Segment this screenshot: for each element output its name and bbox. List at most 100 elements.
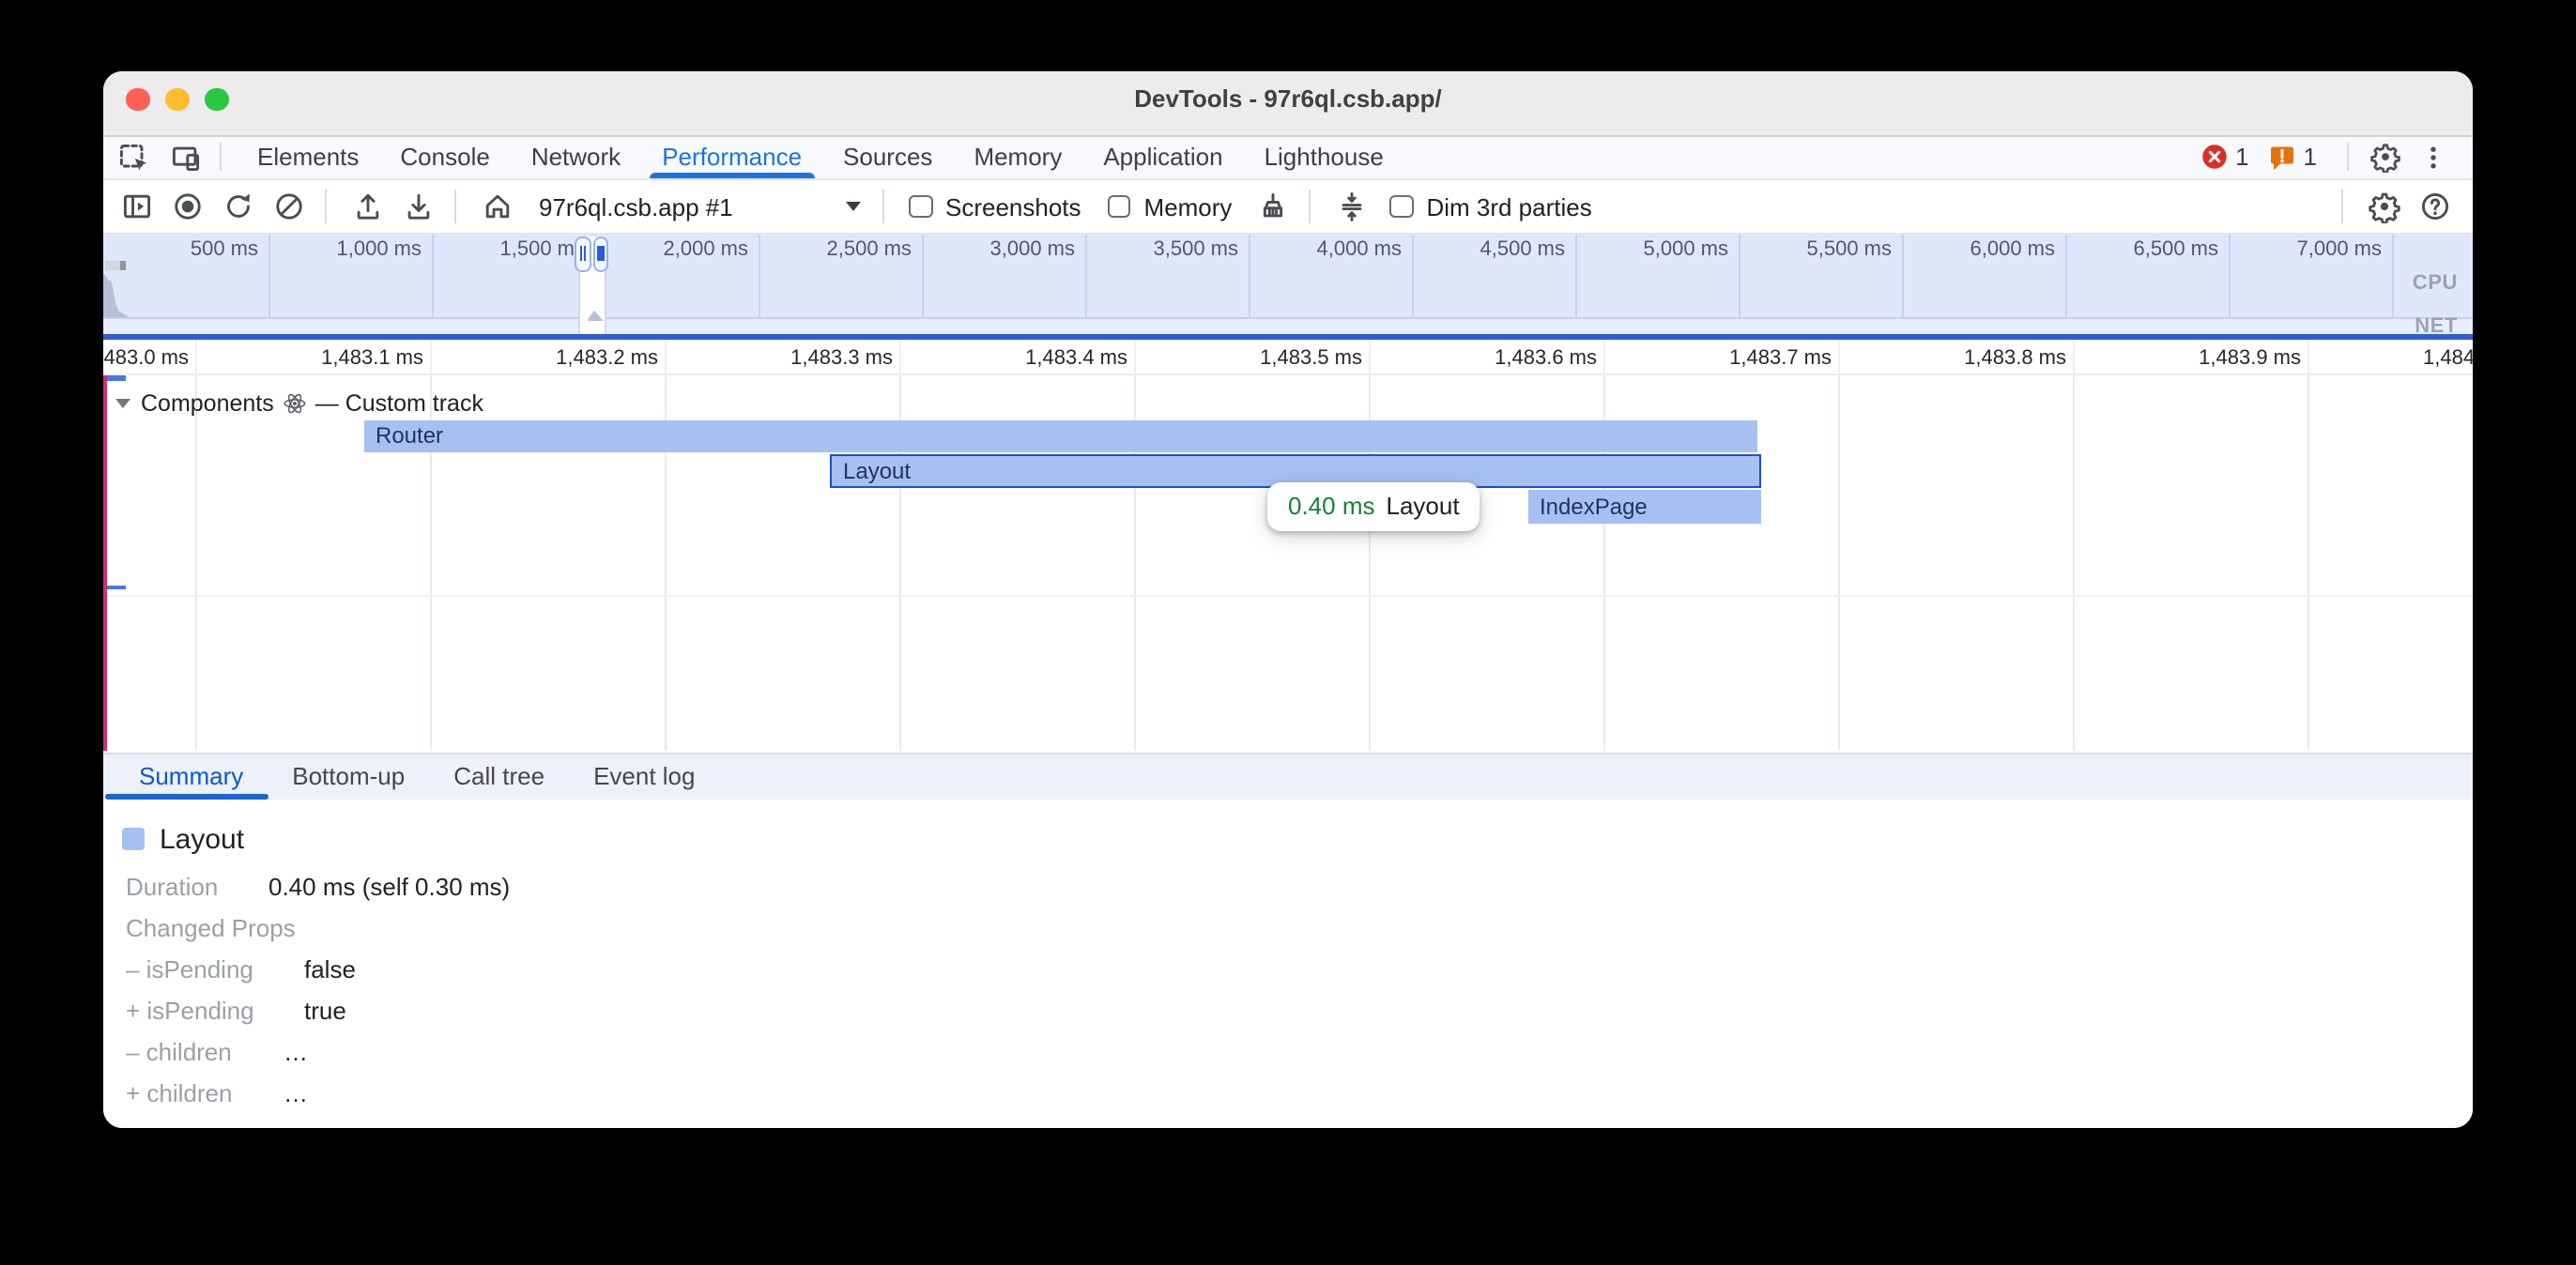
devtools-tab[interactable]: Sources [822,136,953,178]
selection-left-handle[interactable] [575,236,590,271]
issue-count: 1 [2304,144,2317,172]
details-tab[interactable]: Call tree [429,754,569,800]
ruler-tick-label: 1,484 [2423,346,2473,369]
divider [2341,190,2343,223]
record-button[interactable] [165,184,210,229]
details-tabbar: Summary Bottom-up Call tree Event log [103,752,2473,800]
compress-icon [1335,190,1369,223]
devtools-tabbar: Elements Console Network Perform [103,136,2473,180]
event-color-swatch [122,828,145,850]
devtools-tab[interactable]: Memory [953,136,1082,178]
inspect-element-button[interactable] [111,137,156,178]
titlebar[interactable]: DevTools - 97r6ql.csb.app/ [103,70,2473,136]
prop-value: … [284,1074,308,1115]
duration-label: Duration [126,873,218,901]
devtools-tab[interactable]: Console [379,136,510,178]
flame-bar[interactable]: IndexPage [1528,490,1761,523]
overview-selection-window[interactable] [575,236,608,334]
overview-tick-label: 2,500 ms [776,238,912,261]
feedback-help-button[interactable] [2413,184,2458,229]
overview-tick-label: 500 ms [123,238,258,261]
overview-tick-label: 3,000 ms [940,238,1075,261]
devtools-tab[interactable]: Network [511,136,641,178]
download-icon [402,190,436,223]
summary-title: Layout [160,823,244,855]
window-title: DevTools - 97r6ql.csb.app/ [103,84,2473,112]
devtools-tab[interactable]: Application [1082,136,1243,178]
timeline-ruler[interactable]: 1,483.0 ms1,483.1 ms1,483.2 ms1,483.3 ms… [103,339,2473,375]
active-details-tab-underline [105,793,268,800]
home-button[interactable] [475,184,520,229]
overview-gridline [268,235,269,317]
prop-name: + isPending [126,997,254,1025]
prop-value: true [304,991,346,1032]
tooltip-duration: 0.40 ms [1288,493,1375,521]
details-tab[interactable]: Event log [569,754,719,800]
net-band-label: NET [2415,314,2458,334]
prop-name: – isPending [126,955,253,983]
divider [1309,190,1311,223]
toolbar-right [2328,184,2461,229]
screenshots-checkbox[interactable]: Screenshots [909,192,1081,221]
settings-button[interactable] [2360,137,2409,178]
divider [220,144,222,172]
checkbox [1108,195,1131,219]
overview-gridline [1574,235,1576,317]
ruler-tick-label: 1,483.2 ms [523,346,658,369]
ruler-gridline [1368,339,1370,373]
load-profile-button[interactable] [345,184,391,229]
memory-checkbox[interactable]: Memory [1108,192,1233,221]
dim-3rd-parties-checkbox[interactable]: Dim 3rd parties [1389,192,1591,221]
more-options-button[interactable] [2409,137,2458,178]
flame-chart[interactable]: Components — Custom track Router L [103,375,2473,751]
gc-brush-icon [1256,190,1290,223]
help-icon [2418,190,2452,223]
overview-gridline [2228,235,2230,317]
details-tab[interactable]: Summary [115,754,268,800]
console-errors-badge[interactable]: 1 [2200,144,2248,172]
active-tab-underline [649,172,815,178]
devtools-tab[interactable]: Lighthouse [1244,136,1404,178]
details-tabs: Summary Bottom-up Call tree Event log [115,754,719,800]
upload-icon [351,190,385,223]
record-icon [171,190,205,223]
caret-down-icon [845,201,862,212]
prop-value: … [284,1032,308,1074]
device-toolbar-button[interactable] [163,137,208,178]
devtools-tab[interactable]: Elements [237,136,379,178]
save-profile-button[interactable] [396,184,441,229]
atom-icon [284,392,306,415]
devtools-tab[interactable]: Performance [641,136,822,178]
performance-toolbar: 97r6ql.csb.app #1 Screenshots Memory [103,180,2473,235]
clear-button[interactable] [267,184,312,229]
memory-label: Memory [1144,192,1233,221]
error-count: 1 [2235,144,2248,172]
toggle-sidebar-button[interactable] [115,184,160,229]
shortcuts-dialog-button[interactable] [1329,184,1374,229]
selection-right-handle[interactable] [592,236,608,271]
overview-tick-label: 1,000 ms [286,238,422,261]
cpu-activity-silhouette [103,272,128,317]
overview-gridline [921,235,923,317]
record-and-reload-button[interactable] [216,184,261,229]
panel-left-icon [120,190,154,223]
issues-badge[interactable]: 1 [2268,144,2317,172]
details-tab[interactable]: Bottom-up [268,754,429,800]
capture-settings-button[interactable] [2362,184,2407,229]
overview-tick-label: 6,500 ms [2083,238,2218,261]
gear-icon [2369,142,2400,174]
flame-bar[interactable]: Router [364,419,1757,452]
components-track-header[interactable]: Components — Custom track [115,390,483,417]
device-toolbar-icon [169,141,203,175]
overview-gridline [1084,235,1086,317]
track-name: Components [141,390,274,417]
history-select[interactable]: 97r6ql.csb.app #1 [531,189,869,224]
summary-title-row: Layout [122,818,2473,860]
timeline-overview[interactable]: 500 ms 1,000 ms 1,500 ms 2,000 m [103,235,2473,334]
tabbar-right: 1 1 [2200,137,2458,178]
screen: DevTools - 97r6ql.csb.app/ [0,0,2576,1265]
home-icon [481,190,514,223]
ruler-gridline [194,339,196,373]
collect-garbage-button[interactable] [1250,184,1296,229]
ruler-tick-label: 1,483.3 ms [758,346,893,369]
